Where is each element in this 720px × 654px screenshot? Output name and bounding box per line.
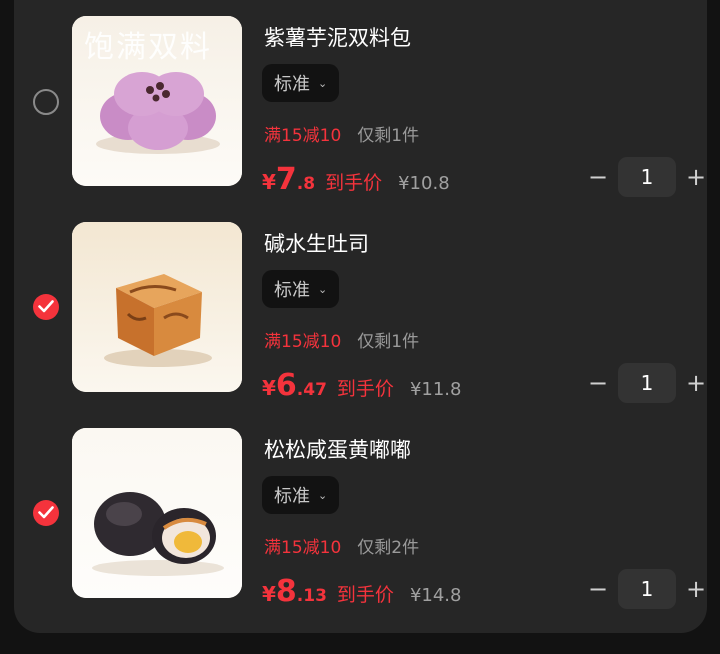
increase-button[interactable]: + — [686, 575, 706, 603]
checkmark-icon — [38, 506, 54, 519]
price-decimal: .13 — [296, 586, 327, 606]
discount-label: 满15减10 — [264, 538, 342, 558]
quantity-value[interactable]: 1 — [618, 157, 676, 197]
currency-symbol: ¥ — [262, 582, 276, 606]
quantity-stepper: − 1 + — [588, 363, 706, 403]
spec-label: 标准 — [274, 280, 310, 301]
price-integer: 8 — [275, 574, 297, 609]
final-price-tag: 到手价 — [336, 378, 394, 400]
salted-egg-bun-image — [72, 428, 242, 598]
spec-label: 标准 — [274, 74, 310, 95]
price-decimal: .47 — [296, 380, 327, 400]
decrease-button[interactable]: − — [588, 575, 608, 603]
select-item-checkbox[interactable] — [33, 500, 59, 526]
select-item-radio[interactable] — [33, 89, 59, 115]
product-name[interactable]: 松松咸蛋黄嘟嘟 — [264, 434, 411, 464]
original-price: ¥14.8 — [409, 585, 462, 606]
stock-label: 仅剩2件 — [357, 538, 420, 558]
currency-symbol: ¥ — [262, 376, 276, 400]
toast-cube-image — [72, 222, 242, 392]
select-item-checkbox[interactable] — [33, 294, 59, 320]
checkmark-icon — [38, 300, 54, 313]
decrease-button[interactable]: − — [588, 369, 608, 397]
spec-selector[interactable]: 标准 ⌄ — [262, 476, 340, 514]
increase-button[interactable]: + — [686, 163, 706, 191]
price-decimal: .8 — [296, 174, 316, 194]
price-row: ¥ 8 .13 到手价 ¥14.8 — [262, 574, 461, 609]
product-image[interactable] — [72, 222, 242, 392]
spec-label: 标准 — [274, 486, 310, 507]
stock-label: 仅剩1件 — [357, 126, 420, 146]
promo-row: 满15减10 仅剩1件 — [264, 327, 419, 352]
spec-selector[interactable]: 标准 ⌄ — [262, 270, 340, 308]
cart-item: 松松咸蛋黄嘟嘟 标准 ⌄ 满15减10 仅剩2件 ¥ 8 .13 到手价 ¥14… — [14, 412, 707, 609]
cart-item: 饱满双料 紫薯芋泥双料包 标准 ⌄ 满15减10 仅剩1件 ¥ 7 .8 到手价… — [14, 0, 707, 197]
price-integer: 7 — [275, 162, 297, 197]
quantity-stepper: − 1 + — [588, 157, 706, 197]
price-row: ¥ 6 .47 到手价 ¥11.8 — [262, 368, 461, 403]
quantity-value[interactable]: 1 — [618, 363, 676, 403]
increase-button[interactable]: + — [686, 369, 706, 397]
product-image[interactable] — [72, 428, 242, 598]
original-price: ¥11.8 — [409, 379, 462, 400]
image-watermark: 饱满双料 — [84, 30, 212, 65]
product-name[interactable]: 紫薯芋泥双料包 — [264, 22, 411, 52]
price-row: ¥ 7 .8 到手价 ¥10.8 — [262, 162, 450, 197]
decrease-button[interactable]: − — [588, 163, 608, 191]
chevron-down-icon: ⌄ — [318, 488, 328, 502]
product-name[interactable]: 碱水生吐司 — [264, 228, 369, 258]
original-price: ¥10.8 — [398, 173, 450, 194]
price-integer: 6 — [275, 368, 297, 403]
quantity-value[interactable]: 1 — [618, 569, 676, 609]
currency-symbol: ¥ — [262, 170, 276, 194]
discount-label: 满15减10 — [264, 126, 342, 146]
cart-item: 碱水生吐司 标准 ⌄ 满15减10 仅剩1件 ¥ 6 .47 到手价 ¥11.8… — [14, 206, 707, 403]
final-price-tag: 到手价 — [325, 172, 383, 194]
stock-label: 仅剩1件 — [357, 332, 420, 352]
chevron-down-icon: ⌄ — [318, 76, 328, 90]
discount-label: 满15减10 — [264, 332, 342, 352]
chevron-down-icon: ⌄ — [318, 282, 328, 296]
promo-row: 满15减10 仅剩1件 — [264, 121, 419, 146]
final-price-tag: 到手价 — [336, 584, 394, 606]
product-image[interactable]: 饱满双料 — [72, 16, 242, 186]
spec-selector[interactable]: 标准 ⌄ — [262, 64, 340, 102]
cart-list-card: 饱满双料 紫薯芋泥双料包 标准 ⌄ 满15减10 仅剩1件 ¥ 7 .8 到手价… — [14, 0, 707, 633]
quantity-stepper: − 1 + — [588, 569, 706, 609]
promo-row: 满15减10 仅剩2件 — [264, 533, 419, 558]
